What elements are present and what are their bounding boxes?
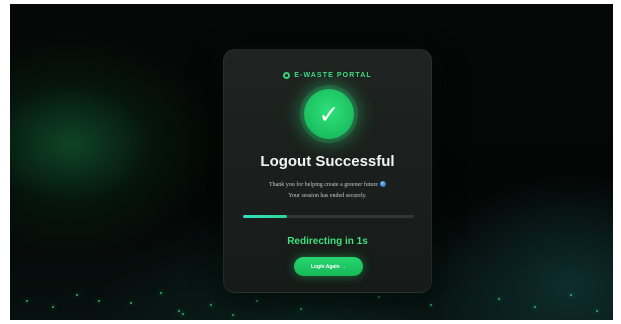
brand-header: E-WASTE PORTAL <box>224 72 431 79</box>
particle <box>98 300 100 302</box>
particle <box>498 298 500 300</box>
particle <box>534 306 536 308</box>
redirect-progress-bar <box>243 215 414 218</box>
particle <box>26 300 28 302</box>
particle <box>160 292 162 294</box>
particle <box>300 308 302 310</box>
recycle-icon <box>283 72 291 79</box>
globe-icon <box>380 181 387 187</box>
particle <box>570 294 572 296</box>
session-message: Your session has ended securely. <box>288 193 367 199</box>
page-background: E-WASTE PORTAL ✓ Logout Successful Thank… <box>10 4 613 320</box>
particle <box>52 306 54 308</box>
particle <box>210 304 212 306</box>
thank-you-message: Thank you for helping create a greener f… <box>224 181 431 188</box>
particle <box>378 296 380 298</box>
particle <box>232 314 234 316</box>
checkmark-icon: ✓ <box>318 99 340 129</box>
login-again-button[interactable]: Login Again → <box>294 257 363 276</box>
particle <box>130 302 132 304</box>
particle <box>178 310 180 312</box>
particle <box>430 304 432 306</box>
particle <box>596 310 598 312</box>
redirect-progress-fill <box>243 215 288 218</box>
particle <box>182 313 184 315</box>
particle <box>76 294 78 296</box>
success-badge: ✓ <box>304 89 354 139</box>
brand-label: E-WASTE PORTAL <box>294 72 372 79</box>
particle <box>256 300 258 302</box>
redirect-countdown: Redirecting in 1s <box>287 236 368 247</box>
thank-you-text: Thank you for helping create a greener f… <box>268 182 379 188</box>
logout-card: E-WASTE PORTAL ✓ Logout Successful Thank… <box>223 49 432 293</box>
page-title: Logout Successful <box>260 153 395 170</box>
